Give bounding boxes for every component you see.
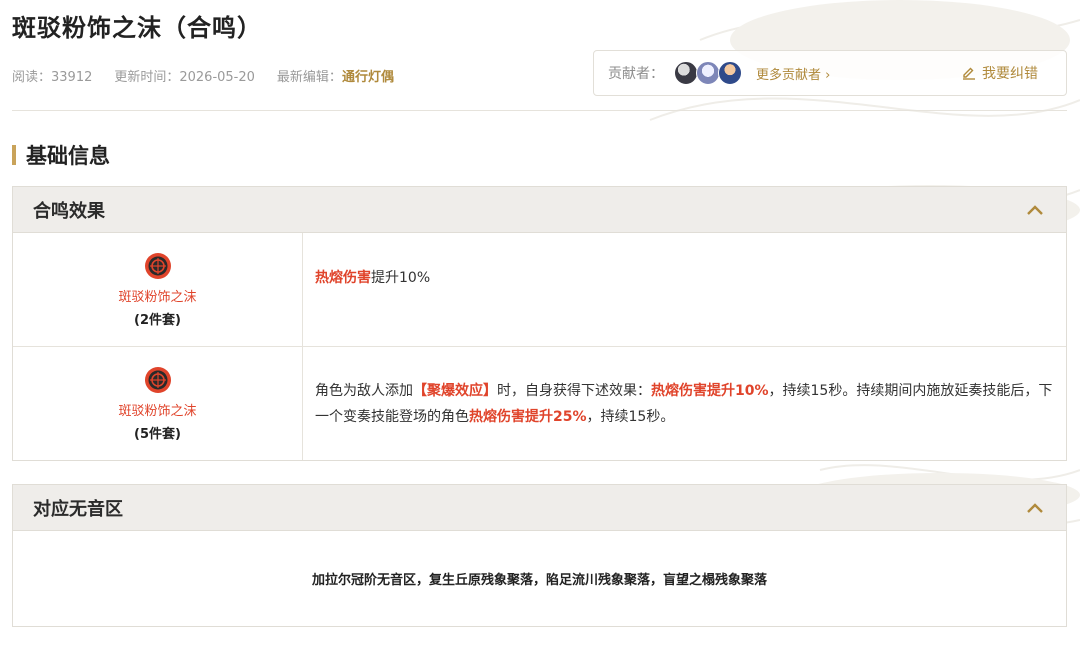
set-emblem-icon	[144, 252, 171, 279]
effect-description: 角色为敌人添加【聚爆效应】时，自身获得下述效果：热熔伤害提升10% ，持续15秒。…	[303, 347, 1066, 460]
section-accent-bar	[12, 145, 16, 165]
effect-row: 斑驳粉饰之沫 (5件套) 角色为敌人添加【聚爆效应】时，自身获得下述效果：热熔伤…	[13, 347, 1066, 460]
more-contributors-link[interactable]: 更多贡献者 ›	[756, 64, 830, 83]
chevron-up-icon[interactable]	[1026, 204, 1044, 216]
plain-text: 时，自身获得下述效果：	[497, 382, 651, 399]
effect-text: 热熔伤害提升10%	[315, 265, 430, 291]
chevron-up-icon[interactable]	[1026, 502, 1044, 514]
edit-icon	[963, 67, 975, 80]
highlight-text: 【聚爆效应】	[413, 382, 497, 399]
tacet-field-list: 加拉尔冠阶无音区，复生丘原残象聚落，陷足流川残象聚落，盲望之榻残象聚落	[13, 531, 1066, 626]
header-divider	[12, 110, 1067, 111]
page-title: 斑驳粉饰之沫（合鸣）	[12, 14, 262, 42]
set-piece-count: (5件套)	[134, 426, 181, 442]
page-meta: 阅读：33912 更新时间：2026-05-20 最新编辑：通行灯偶	[12, 66, 394, 85]
resonance-panel-header[interactable]: 合鸣效果	[13, 187, 1066, 233]
plain-text: 角色为敌人添加	[315, 382, 413, 399]
highlight-text: 热熔伤害提升10%	[651, 382, 769, 399]
views-count: 阅读：33912	[12, 70, 93, 85]
highlight-text: 热熔伤害提升25%	[469, 408, 587, 425]
plain-text: 提升10%	[371, 269, 431, 286]
tacet-field-panel: 对应无音区 加拉尔冠阶无音区，复生丘原残象聚落，陷足流川残象聚落，盲望之榻残象聚…	[12, 484, 1067, 627]
tacet-panel-header[interactable]: 对应无音区	[13, 485, 1066, 531]
tacet-field-text: 加拉尔冠阶无音区，复生丘原残象聚落，陷足流川残象聚落，盲望之榻残象聚落	[311, 573, 767, 588]
section-title: 基础信息	[26, 144, 110, 168]
avatar[interactable]	[674, 61, 698, 85]
latest-editor: 最新编辑：通行灯偶	[277, 66, 394, 85]
contributors-box: 贡献者： 更多贡献者 › 我要纠错	[593, 50, 1067, 96]
set-cell: 斑驳粉饰之沫 (2件套)	[13, 233, 303, 346]
set-emblem-icon	[144, 366, 171, 393]
avatar[interactable]	[696, 61, 720, 85]
report-error-button[interactable]: 我要纠错	[962, 63, 1038, 83]
highlight-text: 热熔伤害	[315, 269, 371, 286]
avatar[interactable]	[718, 61, 742, 85]
panel-title: 对应无音区	[33, 498, 123, 520]
contributor-avatars	[674, 61, 742, 85]
plain-text: ，持续15秒。	[586, 408, 675, 425]
report-error-label: 我要纠错	[982, 66, 1038, 82]
set-name-link[interactable]: 斑驳粉饰之沫	[118, 286, 196, 305]
contributors-label: 贡献者：	[608, 66, 664, 82]
effect-description: 热熔伤害提升10%	[303, 233, 1066, 346]
set-name-link[interactable]: 斑驳粉饰之沫	[118, 400, 196, 419]
editor-name-link[interactable]: 通行灯偶	[342, 70, 394, 85]
editor-prefix: 最新编辑：	[276, 70, 342, 85]
updated-time: 更新时间：2026-05-20	[114, 70, 255, 85]
effect-row: 斑驳粉饰之沫 (2件套) 热熔伤害提升10%	[13, 233, 1066, 347]
resonance-effect-panel: 合鸣效果 斑驳粉饰之沫 (2件套) 热熔伤害提升10% 斑驳粉饰之沫 (5件套)…	[12, 186, 1067, 461]
panel-title: 合鸣效果	[33, 200, 105, 222]
effect-text: 角色为敌人添加【聚爆效应】时，自身获得下述效果：热熔伤害提升10% ，持续15秒。…	[315, 378, 1054, 430]
set-piece-count: (2件套)	[134, 312, 181, 328]
section-heading: 基础信息	[12, 140, 110, 170]
set-cell: 斑驳粉饰之沫 (5件套)	[13, 347, 303, 460]
